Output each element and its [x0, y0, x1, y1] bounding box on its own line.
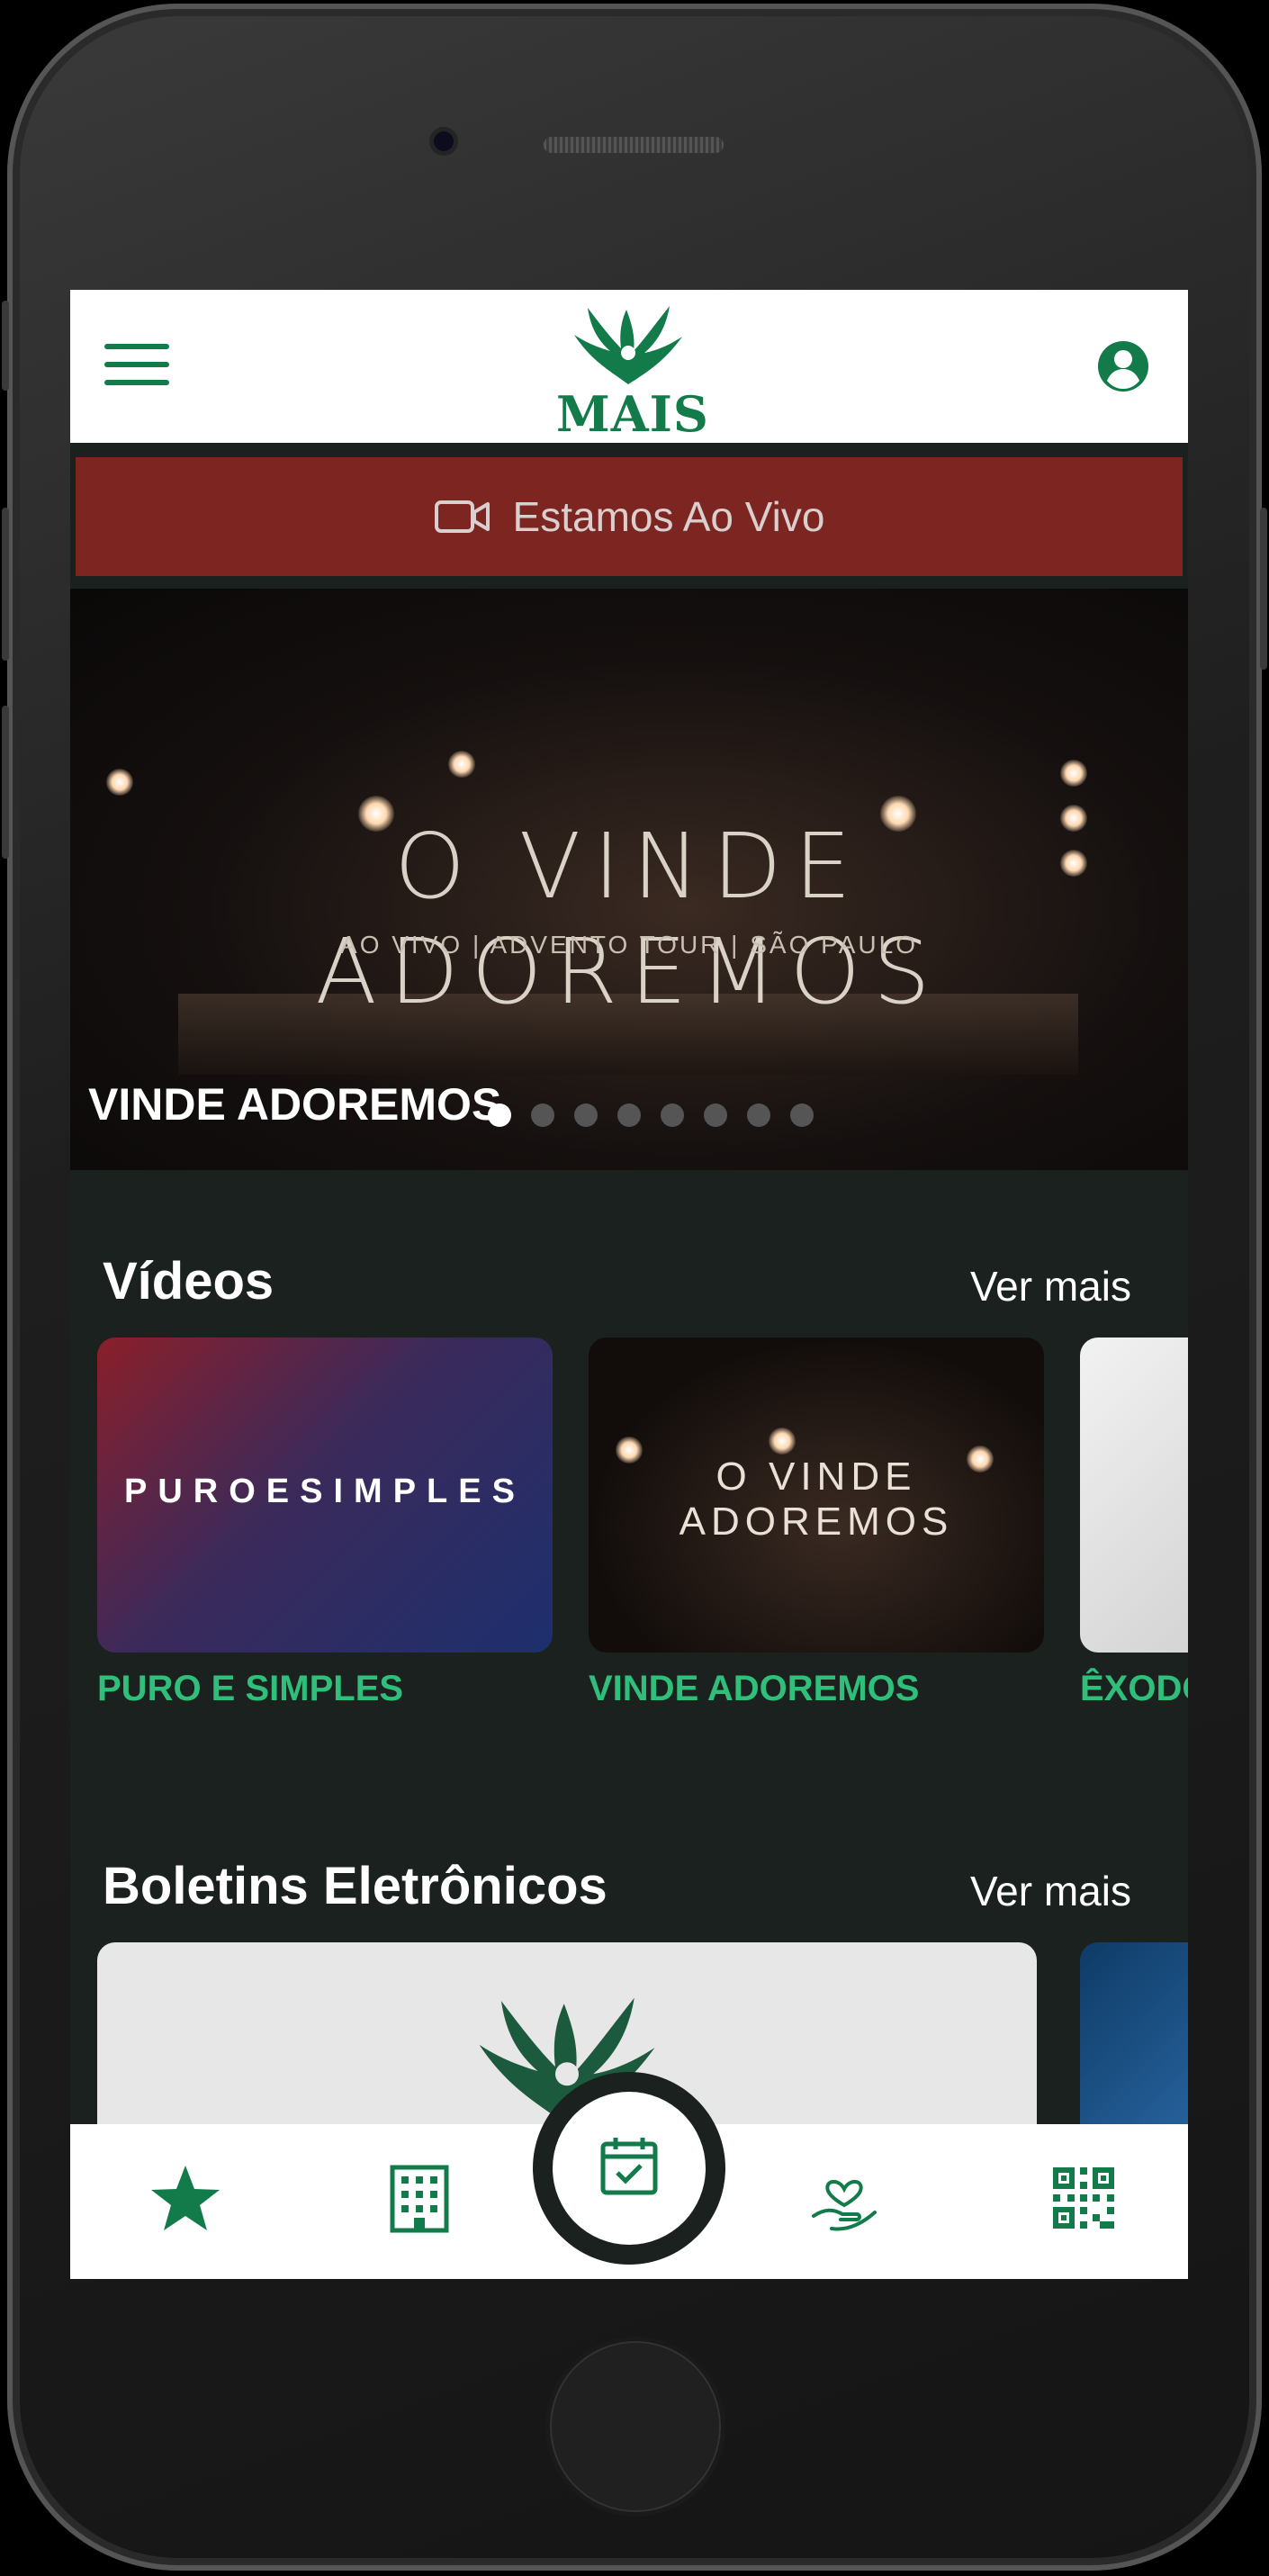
home-button[interactable] [545, 2337, 725, 2517]
app-screen: MAIS Estamos Ao Vivo O VINDE ADOREMOS AO… [70, 290, 1188, 2279]
carousel-dot[interactable] [574, 1103, 598, 1127]
video-label[interactable]: ÊXODO [1080, 1669, 1188, 1709]
power-button [1260, 508, 1267, 670]
carousel-dot[interactable] [488, 1103, 511, 1127]
front-camera [434, 131, 454, 151]
volume-down-button [2, 706, 9, 859]
video-card-vinde-adoremos[interactable]: O VINDE ADOREMOS [589, 1338, 1044, 1653]
videos-section-title: Vídeos [103, 1252, 274, 1311]
banner-caption: VINDE ADOREMOS [88, 1079, 502, 1130]
mute-switch [2, 301, 9, 391]
volume-up-button [2, 508, 9, 661]
videos-see-more-link[interactable]: Ver mais [970, 1262, 1131, 1311]
logo-text: MAIS [556, 385, 709, 443]
video-card-exodo[interactable] [1080, 1338, 1188, 1653]
app-logo: MAIS [556, 299, 708, 443]
video-label[interactable]: PURO E SIMPLES [97, 1669, 403, 1709]
star-icon [151, 2166, 220, 2230]
banner-art-subtitle: AO VIVO | ADVENTO TOUR | SÃO PAULO [340, 931, 918, 959]
user-account-icon[interactable] [1096, 339, 1150, 393]
banner-art-title: O VINDE ADOREMOS [315, 814, 943, 1024]
live-label: Estamos Ao Vivo [512, 493, 825, 540]
top-bar: MAIS [70, 290, 1188, 443]
calendar-check-icon [600, 2138, 658, 2195]
menu-icon[interactable] [104, 344, 169, 389]
bulletins-see-more-link[interactable]: Ver mais [970, 1867, 1131, 1915]
tab-church[interactable] [383, 2162, 455, 2234]
carousel-dot[interactable] [661, 1103, 684, 1127]
tab-qr-code[interactable] [1048, 2162, 1120, 2234]
carousel-dot[interactable] [747, 1103, 770, 1127]
bulletins-section-title: Boletins Eletrônicos [103, 1857, 608, 1915]
video-thumb-text: O VINDE ADOREMOS [679, 1455, 954, 1544]
video-label[interactable]: VINDE ADOREMOS [589, 1669, 919, 1709]
carousel-pagination [488, 1103, 814, 1127]
live-stream-button[interactable]: Estamos Ao Vivo [76, 457, 1183, 576]
carousel-dot[interactable] [531, 1103, 554, 1127]
video-camera-icon [434, 500, 490, 533]
video-thumb-text: PUROESIMPLES [124, 1473, 526, 1510]
earpiece-speaker [544, 137, 724, 153]
qr-code-icon [1053, 2167, 1114, 2229]
featured-carousel[interactable]: O VINDE ADOREMOS AO VIVO | ADVENTO TOUR … [70, 589, 1188, 1170]
tab-donate[interactable] [808, 2162, 880, 2234]
dove-icon [574, 306, 682, 384]
tab-calendar[interactable] [553, 2092, 706, 2245]
tab-favorites[interactable] [149, 2162, 221, 2234]
video-card-puro-e-simples[interactable]: PUROESIMPLES [97, 1338, 553, 1653]
heart-hand-icon [812, 2180, 877, 2231]
carousel-dot[interactable] [704, 1103, 727, 1127]
building-icon [390, 2165, 449, 2233]
carousel-dot[interactable] [617, 1103, 641, 1127]
carousel-dot[interactable] [790, 1103, 814, 1127]
